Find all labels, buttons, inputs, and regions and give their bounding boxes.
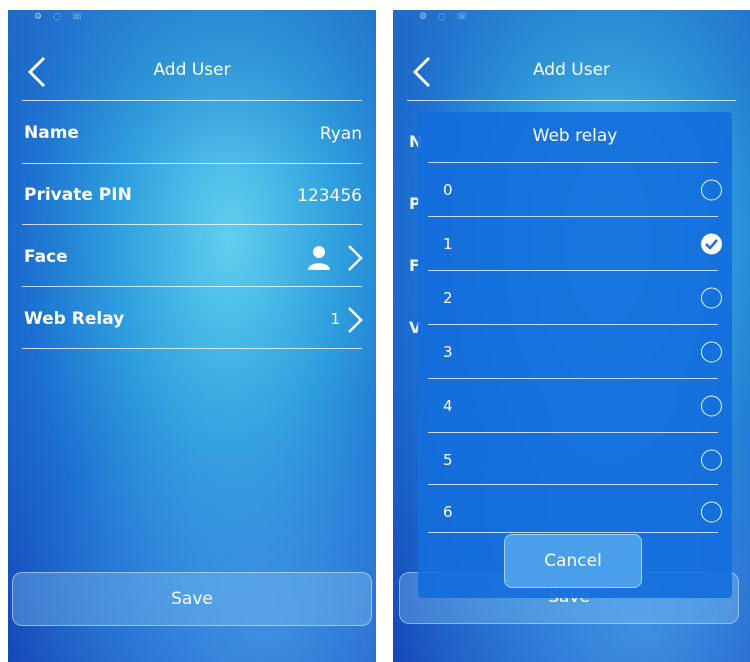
relay-option-0[interactable]: 0 bbox=[418, 164, 732, 216]
radio-icon bbox=[701, 287, 722, 309]
relay-option-4[interactable]: 4 bbox=[418, 380, 732, 432]
divider bbox=[22, 100, 362, 101]
page-title: Add User bbox=[153, 60, 231, 80]
divider bbox=[22, 286, 362, 287]
name-row[interactable]: Name Ryan bbox=[8, 103, 376, 163]
divider bbox=[428, 270, 718, 271]
person-icon bbox=[308, 246, 330, 270]
option-label: 5 bbox=[443, 451, 453, 469]
back-button[interactable] bbox=[22, 54, 52, 90]
web-relay-value: 1 bbox=[330, 310, 340, 328]
relay-option-6[interactable]: 6 bbox=[418, 486, 732, 538]
option-label: 1 bbox=[443, 235, 453, 253]
radio-icon bbox=[701, 501, 722, 523]
web-relay-label: Web Relay bbox=[24, 309, 125, 329]
divider bbox=[428, 432, 718, 433]
divider bbox=[22, 348, 362, 349]
divider bbox=[22, 163, 362, 164]
divider bbox=[428, 324, 718, 325]
status-bar-icons: ⚙ ◌ ☏ bbox=[419, 12, 472, 22]
web-relay-dialog: Web relay 0 1 2 3 4 5 6 Cancel bbox=[418, 112, 732, 598]
radio-icon bbox=[701, 341, 722, 363]
private-pin-label: Private PIN bbox=[24, 185, 132, 205]
option-label: 3 bbox=[443, 343, 453, 361]
back-button[interactable] bbox=[407, 54, 437, 90]
option-label: 6 bbox=[443, 503, 453, 521]
radio-icon bbox=[701, 449, 722, 471]
checkmark-icon bbox=[705, 239, 718, 250]
add-user-screen: ⚙ ◌ ☏ Add User Name Ryan Private PIN 123… bbox=[8, 10, 376, 662]
relay-option-1[interactable]: 1 bbox=[418, 218, 732, 270]
option-label: 0 bbox=[443, 181, 453, 199]
divider bbox=[428, 484, 718, 485]
relay-option-3[interactable]: 3 bbox=[418, 326, 732, 378]
relay-option-2[interactable]: 2 bbox=[418, 272, 732, 324]
radio-checked-icon bbox=[701, 233, 722, 255]
status-bar-icons: ⚙ ◌ ☏ bbox=[34, 12, 87, 22]
back-chevron-icon bbox=[27, 56, 46, 88]
option-label: 4 bbox=[443, 397, 453, 415]
face-row[interactable]: Face bbox=[8, 227, 376, 287]
divider bbox=[428, 216, 718, 217]
chevron-right-icon bbox=[348, 307, 363, 333]
back-chevron-icon bbox=[412, 56, 431, 88]
dialog-title: Web relay bbox=[532, 126, 618, 146]
chevron-right-icon bbox=[348, 245, 363, 271]
divider bbox=[428, 378, 718, 379]
web-relay-row[interactable]: Web Relay 1 bbox=[8, 289, 376, 349]
divider bbox=[407, 100, 736, 101]
private-pin-value: 123456 bbox=[297, 186, 362, 206]
radio-icon bbox=[701, 395, 722, 417]
add-user-screen-with-dialog: ⚙ ◌ ☏ Add User N P F V Save Web relay 0 … bbox=[393, 10, 750, 662]
save-button[interactable]: Save bbox=[12, 572, 372, 626]
divider bbox=[428, 532, 718, 533]
cancel-button[interactable]: Cancel bbox=[504, 534, 642, 588]
name-value: Ryan bbox=[319, 124, 362, 144]
face-label: Face bbox=[24, 247, 68, 267]
divider bbox=[22, 224, 362, 225]
divider bbox=[428, 162, 718, 163]
private-pin-row[interactable]: Private PIN 123456 bbox=[8, 165, 376, 225]
page-title: Add User bbox=[532, 60, 611, 80]
option-label: 2 bbox=[443, 289, 453, 307]
radio-icon bbox=[701, 179, 722, 201]
name-label: Name bbox=[24, 123, 79, 143]
relay-option-5[interactable]: 5 bbox=[418, 434, 732, 486]
